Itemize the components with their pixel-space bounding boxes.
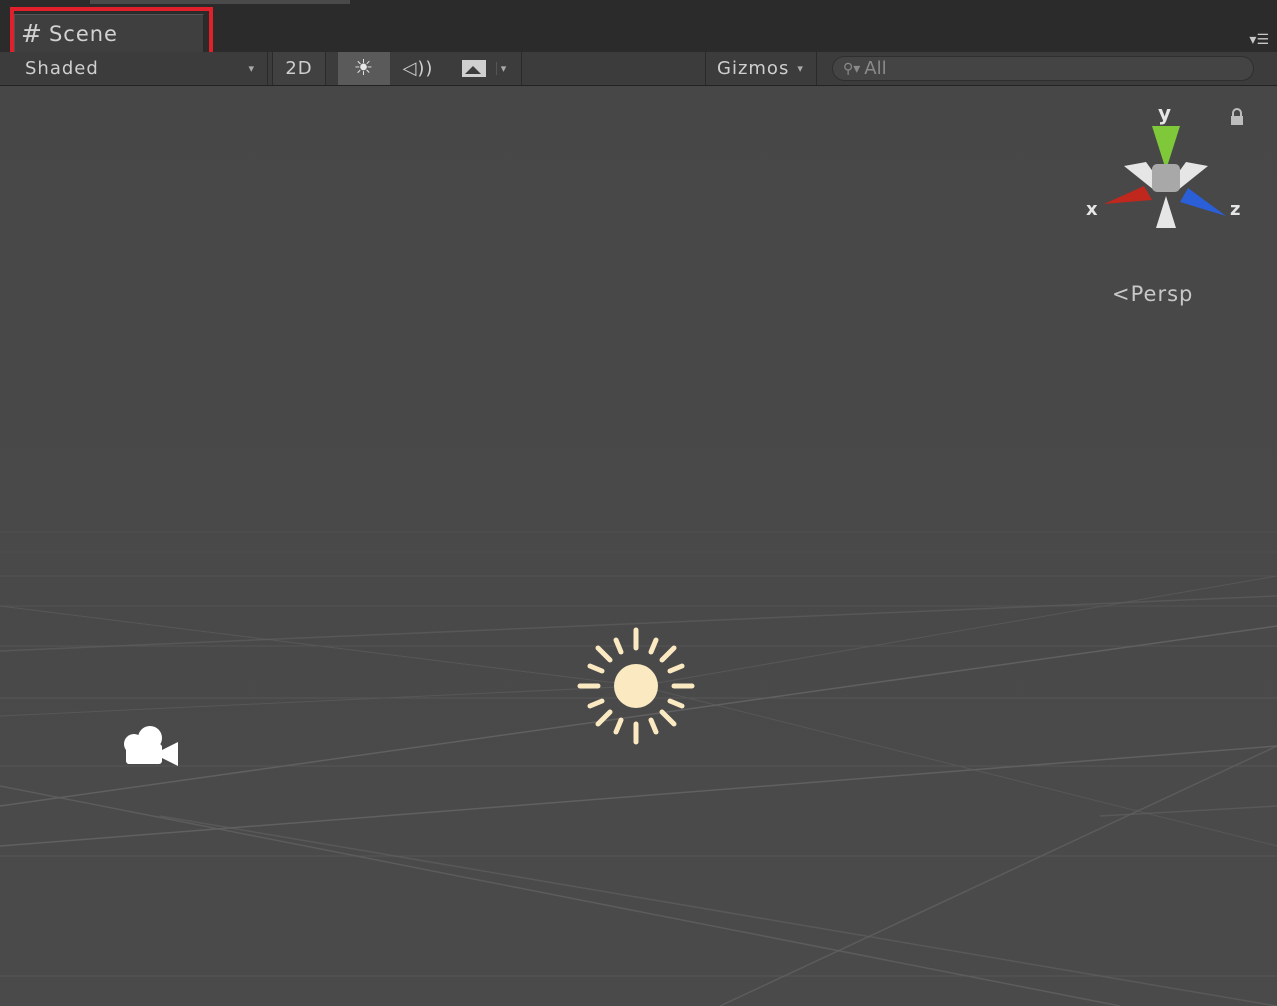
search-field[interactable]: ⚲▾	[832, 56, 1254, 81]
directional-light-icon[interactable]	[576, 626, 696, 750]
image-icon	[461, 60, 486, 77]
scene-audio-toggle[interactable]: ◁))	[392, 52, 444, 85]
tab-bar-strip	[90, 0, 350, 4]
y-axis-cone[interactable]	[1152, 126, 1180, 170]
x-axis-label: x	[1086, 199, 1098, 220]
chevron-down-icon: ▾	[248, 62, 255, 75]
speaker-icon: ◁))	[402, 58, 434, 79]
shading-mode-label: Shaded	[25, 58, 99, 79]
chevron-left-icon: <	[1112, 282, 1131, 306]
tab-scene[interactable]: # Scene	[14, 14, 204, 52]
tab-scene-label: Scene	[48, 21, 118, 46]
toggle-2d-label: 2D	[285, 58, 313, 79]
scene-window: # Scene ▾☰ Shaded ▾ 2D ☀ ◁)) ▾ Gizmos ▾ …	[0, 0, 1277, 1006]
x-axis-cone[interactable]	[1104, 186, 1152, 204]
gizmos-label: Gizmos	[717, 58, 790, 79]
z-axis-cone[interactable]	[1180, 188, 1226, 216]
y-axis-label: y	[1158, 104, 1171, 125]
search-input[interactable]	[864, 58, 1215, 79]
chevron-down-icon: ▾	[797, 62, 804, 75]
scene-viewport[interactable]: y x z <Persp	[0, 86, 1277, 1006]
search-icon: ⚲▾	[843, 60, 861, 77]
gizmos-dropdown[interactable]: Gizmos ▾	[705, 52, 817, 85]
sun-icon: ☀	[353, 56, 375, 81]
camera-icon[interactable]	[120, 724, 180, 774]
scene-grid-icon: #	[21, 19, 43, 48]
tab-bar: # Scene ▾☰	[0, 0, 1277, 57]
z-axis-label: z	[1230, 199, 1240, 220]
toggle-2d-button[interactable]: 2D	[272, 52, 326, 85]
shading-mode-dropdown[interactable]: Shaded ▾	[0, 52, 268, 85]
projection-toggle[interactable]: <Persp	[1112, 282, 1193, 306]
scene-toolbar: Shaded ▾ 2D ☀ ◁)) ▾ Gizmos ▾ ⚲▾	[0, 52, 1277, 86]
scene-effects-toggle[interactable]: ▾	[448, 52, 522, 85]
scene-orientation-gizmo[interactable]: y x z	[1082, 101, 1250, 236]
scene-lighting-toggle[interactable]: ☀	[338, 52, 390, 85]
projection-label: Persp	[1130, 282, 1194, 306]
window-menu-icon[interactable]: ▾☰	[1249, 32, 1269, 48]
chevron-down-icon[interactable]: ▾	[495, 62, 508, 75]
